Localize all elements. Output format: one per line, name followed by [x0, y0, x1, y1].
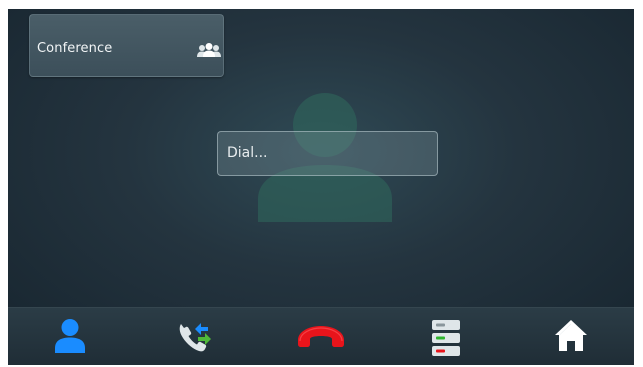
call-transfer-icon: [179, 323, 211, 352]
group-icon: [197, 43, 221, 57]
dial-placeholder: Dial...: [227, 145, 268, 161]
bottom-nav-bar: [8, 307, 634, 365]
dial-input[interactable]: Dial...: [217, 131, 438, 176]
contacts-button[interactable]: [8, 308, 133, 365]
conference-label: Conference: [37, 41, 113, 56]
hang-up-button[interactable]: [258, 308, 383, 365]
transfer-button[interactable]: [133, 308, 258, 365]
home-icon: [555, 320, 587, 351]
home-button[interactable]: [508, 308, 633, 365]
person-icon: [55, 319, 85, 353]
hang-up-icon: [298, 326, 344, 347]
conference-button[interactable]: Conference: [29, 14, 224, 77]
status-list-icon: [432, 320, 460, 356]
phone-screen: Conference Dial...: [8, 9, 634, 365]
menu-button[interactable]: [383, 308, 508, 365]
